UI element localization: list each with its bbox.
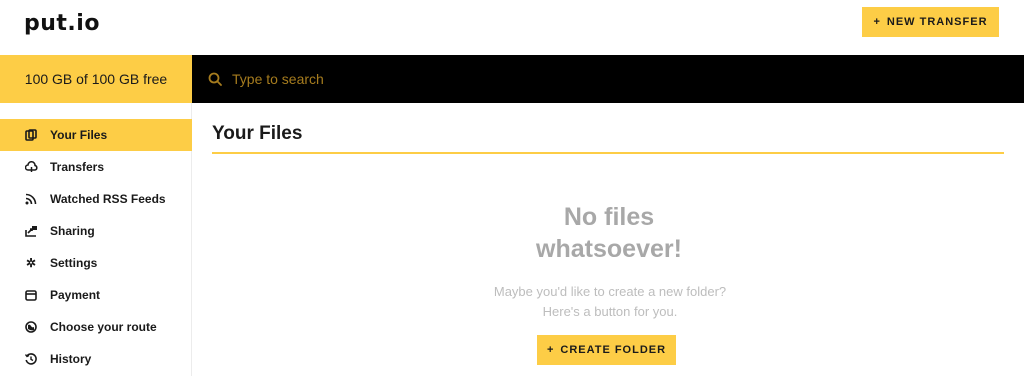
sidebar-item-your-files[interactable]: Your Files (0, 119, 192, 151)
gear-icon: ✲ (25, 256, 37, 270)
sidebar-item-payment[interactable]: Payment (0, 279, 192, 311)
plus-icon: + (546, 344, 555, 356)
storage-quota: 100 GB of 100 GB free (0, 55, 192, 103)
top-bar: put.io + NEW TRANSFER (0, 0, 1024, 55)
page-title: Your Files (212, 123, 303, 144)
sidebar-item-label: Choose your route (50, 320, 157, 334)
search-icon (208, 72, 222, 86)
create-folder-button[interactable]: + CREATE FOLDER (537, 335, 676, 365)
history-icon (24, 352, 38, 366)
rss-icon (24, 192, 38, 206)
main-content: Your Files No files whatsoever! Maybe yo… (192, 103, 1024, 376)
files-icon (24, 128, 38, 142)
cloud-transfer-icon (24, 160, 38, 174)
sidebar-item-label: Your Files (50, 128, 108, 142)
sidebar-item-transfers[interactable]: Transfers (0, 151, 192, 183)
sidebar-item-choose-your-route[interactable]: Choose your route (0, 311, 192, 343)
globe-icon (24, 320, 38, 334)
sidebar-item-label: Payment (50, 288, 101, 302)
storage-quota-text: 100 GB of 100 GB free (24, 71, 168, 87)
sidebar-item-sharing[interactable]: Sharing (0, 215, 192, 247)
putio-logo[interactable]: put.io (24, 11, 100, 36)
search-bar (192, 55, 1024, 103)
create-folder-label: CREATE FOLDER (560, 344, 667, 356)
sidebar: Your Files Transfers Watched RSS Feeds S… (0, 103, 192, 376)
share-icon (24, 224, 38, 238)
sidebar-item-label: Watched RSS Feeds (50, 192, 166, 206)
sidebar-item-label: Transfers (50, 160, 105, 174)
title-divider (212, 152, 1004, 154)
sidebar-item-label: Settings (50, 256, 98, 270)
new-transfer-label: NEW TRANSFER (886, 16, 988, 28)
sidebar-item-label: History (50, 352, 92, 366)
empty-state-message: Maybe you'd like to create a new folder?… (493, 284, 727, 319)
sidebar-item-label: Sharing (50, 224, 95, 238)
sidebar-item-watched-rss-feeds[interactable]: Watched RSS Feeds (0, 183, 192, 215)
empty-state-heading: No files whatsoever! (536, 203, 682, 263)
sidebar-item-settings[interactable]: ✲ Settings (0, 247, 192, 279)
card-icon (24, 288, 38, 302)
plus-icon: + (873, 16, 881, 28)
search-input[interactable] (232, 71, 732, 87)
new-transfer-button[interactable]: + NEW TRANSFER (862, 7, 999, 37)
sidebar-item-history[interactable]: History (0, 343, 192, 375)
